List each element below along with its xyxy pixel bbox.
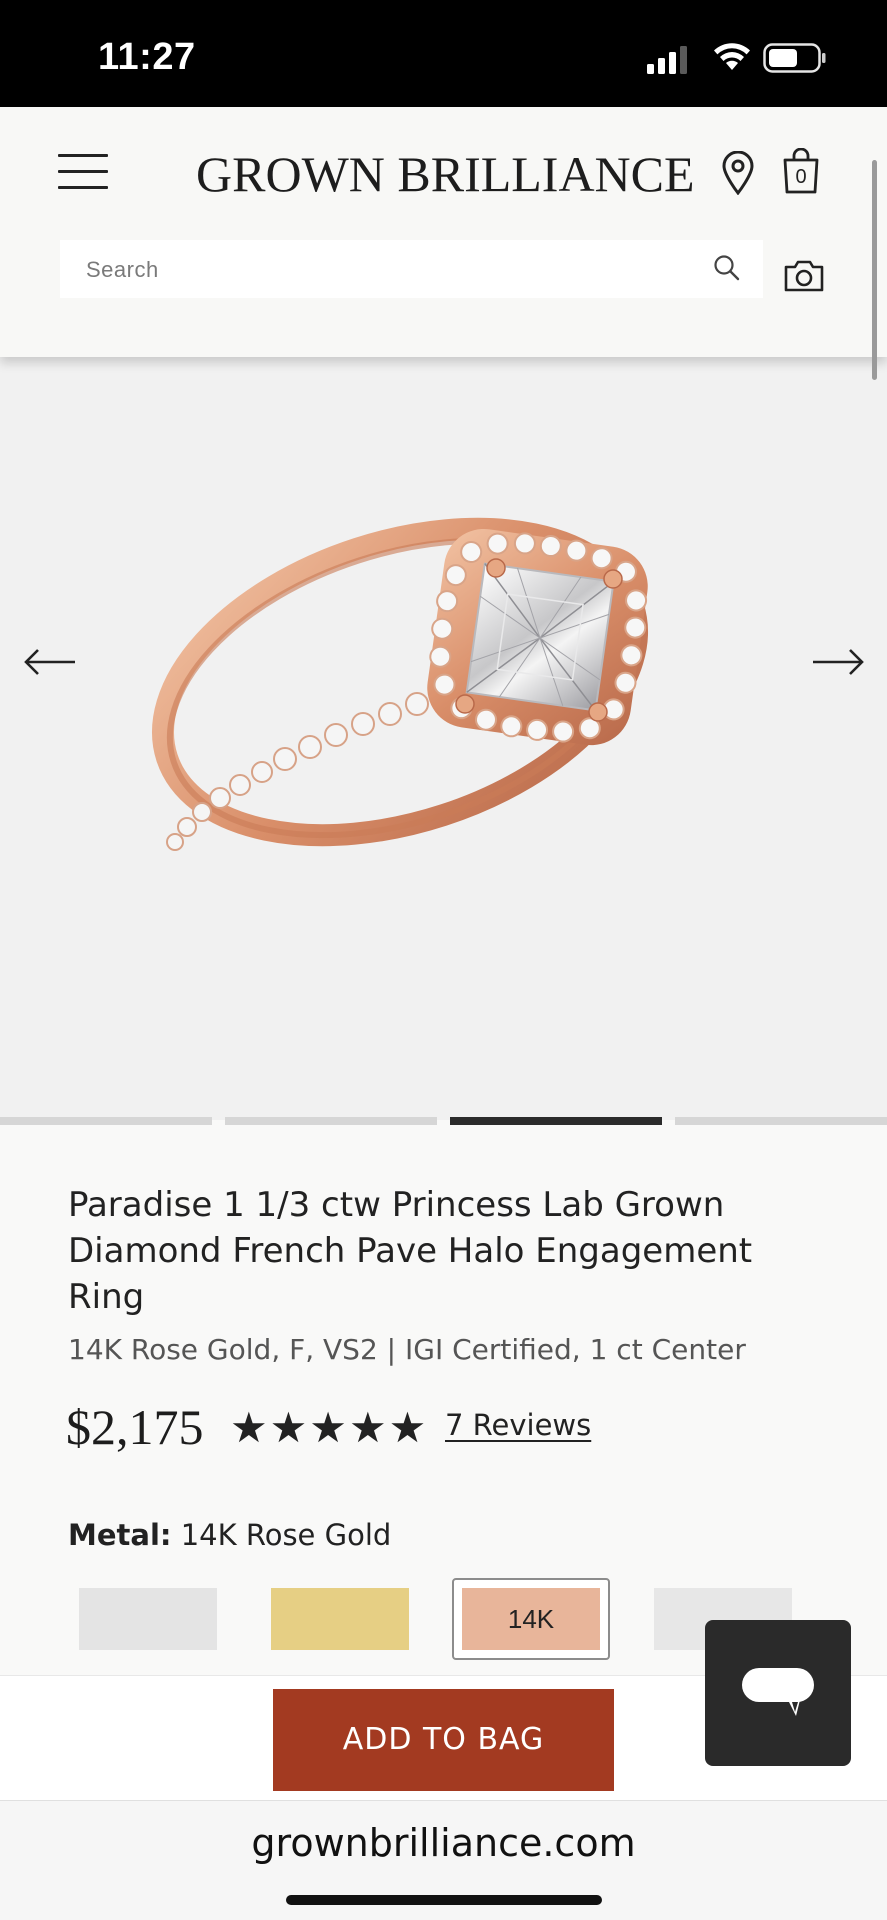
add-to-bag-button[interactable]: ADD TO BAG (273, 1689, 614, 1791)
product-title: Paradise 1 1/3 ctw Princess Lab Grown Di… (68, 1185, 753, 1317)
product-price: $2,175 (66, 1399, 204, 1455)
gallery-pagination (0, 1117, 887, 1125)
metal-label-prefix: Metal: (68, 1518, 172, 1552)
status-bar: 11:27 (0, 0, 887, 107)
signal-icon (647, 46, 687, 74)
status-time: 11:27 (98, 36, 196, 78)
metal-label-value: 14K Rose Gold (180, 1518, 392, 1552)
search-input[interactable]: Search (60, 240, 763, 298)
arrow-right-icon[interactable] (810, 647, 866, 677)
search-placeholder: Search (86, 257, 159, 282)
shopping-bag-icon[interactable]: 0 (782, 147, 820, 199)
menu-icon[interactable] (58, 154, 108, 192)
reviews-link[interactable]: 7 Reviews (445, 1408, 591, 1442)
arrow-left-icon[interactable] (22, 647, 78, 677)
product-image (152, 517, 648, 851)
page-scrollbar[interactable] (872, 160, 877, 380)
camera-icon[interactable] (783, 259, 825, 293)
home-indicator[interactable] (286, 1895, 602, 1905)
chat-button[interactable] (705, 1620, 851, 1766)
site-header: GROWN BRILLIANCE 0 Search (0, 107, 887, 357)
product-subtitle: 14K Rose Gold, F, VS2 | IGI Certified, 1… (68, 1333, 746, 1366)
search-icon[interactable] (713, 254, 741, 282)
gallery-dot-3[interactable] (450, 1117, 662, 1125)
gallery-dot-2[interactable] (225, 1117, 437, 1125)
rating-stars: ★★★★★ (230, 1404, 429, 1451)
browser-url[interactable]: grownbrilliance.com (0, 1821, 887, 1865)
metal-swatch-white-gold[interactable] (79, 1588, 217, 1650)
battery-icon (763, 43, 826, 73)
metal-label: Metal: 14K Rose Gold (68, 1518, 391, 1552)
gallery-dot-4[interactable] (675, 1117, 887, 1125)
wifi-icon (714, 43, 750, 70)
gallery-dot-1[interactable] (0, 1117, 212, 1125)
browser-url-bar[interactable]: grownbrilliance.com (0, 1801, 887, 1920)
metal-swatch-rose-gold[interactable]: 14K (452, 1578, 610, 1660)
metal-swatch-rose-label: 14K (462, 1588, 600, 1650)
bag-count-badge: 0 (795, 166, 807, 188)
location-pin-icon[interactable] (721, 151, 755, 195)
brand-logo[interactable]: GROWN BRILLIANCE (196, 145, 695, 203)
chat-bubble-icon (742, 1668, 814, 1716)
product-image-gallery[interactable] (0, 357, 887, 1120)
metal-swatch-yellow-gold[interactable] (271, 1588, 409, 1650)
